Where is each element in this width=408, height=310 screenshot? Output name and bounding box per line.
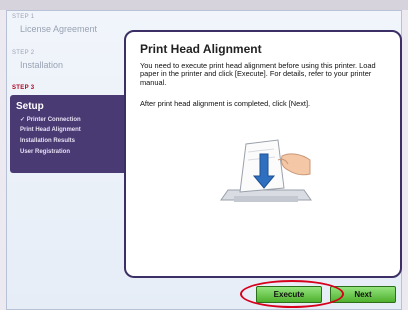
title-strip <box>0 0 408 10</box>
step-2-title: Installation <box>20 60 64 70</box>
paper-load-illustration-icon <box>220 139 312 202</box>
next-instruction-paragraph: After print head alignment is completed,… <box>140 99 311 108</box>
step-1-tag: STEP 1 <box>12 14 35 20</box>
steps-sidebar: STEP 1 License Agreement STEP 2 Installa… <box>8 12 132 306</box>
setup-step-title: Setup <box>16 101 44 112</box>
step-2-tag: STEP 2 <box>12 50 35 56</box>
setup-step-box: Setup ✓ Printer Connection Print Head Al… <box>10 95 132 173</box>
instruction-paragraph: You need to execute print head alignment… <box>140 61 376 87</box>
main-panel: Print Head Alignment You need to execute… <box>124 30 402 278</box>
step-3-tag: STEP 3 <box>12 85 35 91</box>
setup-item-installation-results: Installation Results <box>20 138 76 144</box>
step-1-title: License Agreement <box>20 24 98 34</box>
execute-highlight-circle <box>240 280 344 308</box>
setup-item-printer-connection: ✓ Printer Connection <box>20 117 81 123</box>
page-title: Print Head Alignment <box>140 42 262 56</box>
installer-window: STEP 1 License Agreement STEP 2 Installa… <box>0 0 408 310</box>
setup-item-user-registration: User Registration <box>20 149 71 155</box>
setup-item-print-head-alignment: Print Head Alignment <box>20 127 81 133</box>
